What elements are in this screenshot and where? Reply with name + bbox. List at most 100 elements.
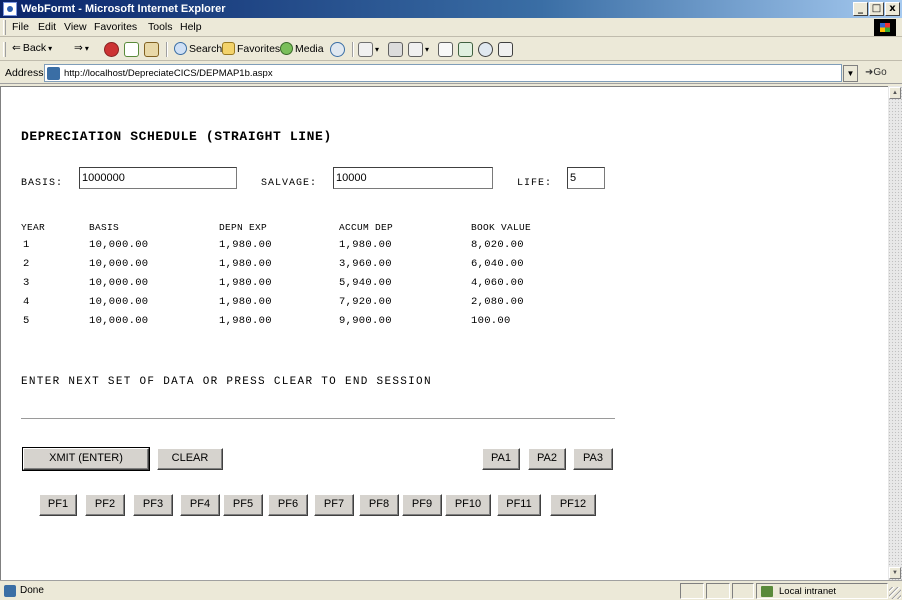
table-cell: 8,020.00: [471, 239, 524, 251]
table-cell: 1,980.00: [339, 239, 392, 251]
close-button[interactable]: x: [885, 2, 900, 16]
edit-icon: [408, 42, 423, 57]
address-url: http://localhost/DepreciateCICS/DEPMAP1b…: [64, 68, 273, 79]
page-content: DEPRECIATION SCHEDULE (STRAIGHT LINE) BA…: [0, 86, 888, 580]
table-cell: 5: [23, 315, 30, 327]
forward-arrow-icon: ⇒: [74, 42, 83, 54]
xmit-enter-button[interactable]: XMIT (ENTER): [22, 447, 150, 471]
table-cell: 2,080.00: [471, 296, 524, 308]
chevron-down-icon: ▾: [375, 45, 380, 54]
window-title: WebFormt - Microsoft Internet Explorer: [21, 3, 226, 15]
print-icon: [388, 42, 403, 57]
chevron-down-icon: ▾: [48, 43, 53, 53]
toolbar-grip[interactable]: [3, 20, 6, 35]
status-panel: [706, 583, 730, 599]
status-panel: [680, 583, 704, 599]
back-arrow-icon: ⇐: [12, 42, 21, 54]
home-icon: [144, 42, 159, 57]
salvage-input[interactable]: [333, 167, 493, 189]
table-cell: 1,980.00: [219, 239, 272, 251]
refresh-button[interactable]: [124, 42, 139, 57]
pf6-button[interactable]: PF6: [268, 494, 308, 516]
user-button[interactable]: [498, 42, 513, 57]
menu-help[interactable]: Help: [180, 21, 202, 33]
table-cell: 1: [23, 239, 30, 251]
table-cell: 1,980.00: [219, 315, 272, 327]
table-cell: 100.00: [471, 315, 511, 327]
go-button[interactable]: ➜Go: [865, 67, 887, 78]
pf4-button[interactable]: PF4: [180, 494, 220, 516]
pf2-button[interactable]: PF2: [85, 494, 125, 516]
basis-input[interactable]: [79, 167, 237, 189]
pf3-button[interactable]: PF3: [133, 494, 173, 516]
col-header-depn-exp: DEPN EXP: [219, 222, 268, 233]
menu-bar: File Edit View Favorites Tools Help: [0, 18, 902, 37]
favorites-star-icon: [222, 42, 235, 55]
page-done-icon: [4, 585, 16, 597]
table-cell: 5,940.00: [339, 277, 392, 289]
history-icon: [330, 42, 345, 57]
zone-label: Local intranet: [779, 586, 837, 597]
table-cell: 3,960.00: [339, 258, 392, 270]
stop-button[interactable]: [104, 42, 119, 57]
window-title-bar: WebFormt - Microsoft Internet Explorer _…: [0, 0, 902, 18]
table-cell: 10,000.00: [89, 277, 149, 289]
vertical-scrollbar[interactable]: ▲ ▼: [888, 86, 902, 580]
table-cell: 6,040.00: [471, 258, 524, 270]
page-heading: DEPRECIATION SCHEDULE (STRAIGHT LINE): [21, 129, 332, 144]
favorites-button[interactable]: Favorites: [222, 42, 280, 55]
pa1-button[interactable]: PA1: [482, 448, 520, 470]
life-input[interactable]: [567, 167, 605, 189]
toolbar-grip[interactable]: [3, 42, 6, 57]
col-header-accum-dep: ACCUM DEP: [339, 222, 394, 233]
menu-tools[interactable]: Tools: [148, 21, 173, 33]
chevron-down-icon: ▾: [84, 43, 89, 53]
intranet-icon: [761, 586, 773, 597]
print-button[interactable]: [388, 42, 403, 57]
pf9-button[interactable]: PF9: [402, 494, 442, 516]
menu-view[interactable]: View: [64, 21, 87, 33]
col-header-book-value: BOOK VALUE: [471, 222, 532, 233]
menu-file[interactable]: File: [12, 21, 29, 33]
search-button[interactable]: Search: [174, 42, 222, 55]
messenger-button[interactable]: [458, 42, 473, 57]
menu-favorites[interactable]: Favorites: [94, 21, 137, 33]
pf1-button[interactable]: PF1: [39, 494, 77, 516]
messenger-icon: [458, 42, 473, 57]
menu-edit[interactable]: Edit: [38, 21, 56, 33]
status-text: Done: [20, 585, 44, 596]
pf10-button[interactable]: PF10: [445, 494, 491, 516]
pf7-button[interactable]: PF7: [314, 494, 354, 516]
pf8-button[interactable]: PF8: [359, 494, 399, 516]
table-cell: 1,980.00: [219, 277, 272, 289]
discuss-icon: [438, 42, 453, 57]
forward-button[interactable]: ⇒ ▾: [74, 42, 89, 54]
minimize-button[interactable]: _: [853, 2, 868, 16]
discuss-button[interactable]: [438, 42, 453, 57]
user-icon: [498, 42, 513, 57]
address-dropdown-button[interactable]: ▼: [843, 65, 858, 82]
table-cell: 10,000.00: [89, 258, 149, 270]
page-icon: [47, 67, 60, 80]
pf5-button[interactable]: PF5: [223, 494, 263, 516]
maximize-button[interactable]: □: [869, 2, 884, 16]
table-cell: 10,000.00: [89, 315, 149, 327]
scroll-down-icon[interactable]: ▼: [889, 567, 901, 579]
pf11-button[interactable]: PF11: [497, 494, 541, 516]
life-label: LIFE:: [517, 178, 553, 189]
resize-grip[interactable]: [889, 587, 901, 599]
clear-button[interactable]: CLEAR: [157, 448, 223, 470]
research-button[interactable]: [478, 42, 493, 57]
basis-label: BASIS:: [21, 178, 64, 189]
scroll-up-icon[interactable]: ▲: [889, 87, 901, 99]
mail-button[interactable]: ▾: [358, 42, 379, 57]
pa3-button[interactable]: PA3: [573, 448, 613, 470]
pf12-button[interactable]: PF12: [550, 494, 596, 516]
home-button[interactable]: [144, 42, 159, 57]
media-button[interactable]: Media: [280, 42, 324, 55]
pa2-button[interactable]: PA2: [528, 448, 566, 470]
address-input[interactable]: http://localhost/DepreciateCICS/DEPMAP1b…: [44, 64, 842, 82]
back-button[interactable]: ⇐ Back ▾: [12, 42, 52, 54]
history-button[interactable]: [330, 42, 345, 57]
edit-page-button[interactable]: ▾: [408, 42, 429, 57]
